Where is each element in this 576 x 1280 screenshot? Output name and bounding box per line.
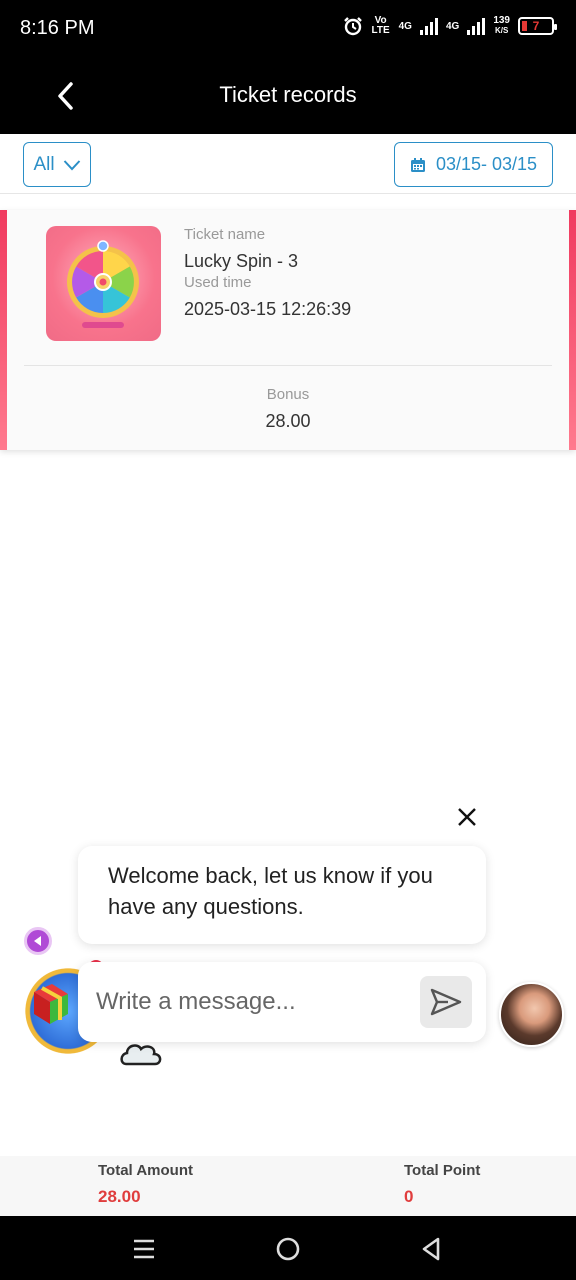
status-icons: Vo LTE 4G 4G 139 K/S 7 bbox=[343, 15, 557, 36]
ticket-name-value: Lucky Spin - 3 bbox=[184, 251, 299, 271]
date-range-label: 03/15- 03/15 bbox=[435, 154, 538, 174]
play-left-icon bbox=[34, 936, 41, 946]
filter-bar: All 03/15- 03/15 bbox=[0, 134, 576, 194]
system-back-button[interactable] bbox=[416, 1234, 446, 1264]
page-title: Ticket records bbox=[219, 82, 357, 107]
bonus-label: Bonus bbox=[266, 386, 310, 403]
signal-1-label: 4G bbox=[398, 20, 412, 32]
ticket-info: Ticket name Lucky Spin - 3 Used time 202… bbox=[184, 226, 351, 320]
send-icon bbox=[430, 988, 462, 1016]
back-triangle-icon bbox=[422, 1237, 440, 1261]
date-range-button[interactable]: 03/15- 03/15 bbox=[394, 142, 553, 187]
gift-cube-icon bbox=[34, 984, 68, 1024]
battery-icon: 7 bbox=[518, 17, 557, 35]
send-button[interactable] bbox=[420, 976, 472, 1028]
close-icon bbox=[458, 808, 476, 826]
battery-level bbox=[522, 21, 527, 31]
bonus-value: 28.00 bbox=[265, 411, 311, 431]
total-point-section: Total Point 0 bbox=[404, 1162, 480, 1207]
total-amount-label: Total Amount bbox=[98, 1162, 193, 1179]
status-bar: 8:16 PM Vo LTE 4G 4G 139 K/S 7 bbox=[0, 0, 576, 58]
ticket-record-card[interactable]: Ticket name Lucky Spin - 3 Used time 202… bbox=[0, 210, 576, 450]
system-nav-bar bbox=[0, 1216, 576, 1280]
cloud-icon bbox=[120, 1044, 162, 1066]
alarm-icon bbox=[343, 17, 362, 36]
net-speed-unit: K/S bbox=[494, 26, 509, 35]
card-divider bbox=[24, 365, 552, 366]
total-amount-value: 28.00 bbox=[98, 1187, 141, 1206]
total-point-label: Total Point bbox=[404, 1162, 481, 1179]
net-speed-value: 139 bbox=[493, 15, 510, 26]
ticket-name-label: Ticket name bbox=[184, 226, 266, 243]
status-time: 8:16 PM bbox=[20, 17, 95, 39]
used-time-value: 2025-03-15 12:26:39 bbox=[184, 299, 352, 319]
message-input[interactable] bbox=[96, 982, 416, 1022]
signal-2-label: 4G bbox=[445, 20, 460, 32]
menu-icon bbox=[134, 1239, 154, 1259]
bonus-section: Bonus 28.00 bbox=[0, 386, 576, 432]
close-chat-button[interactable] bbox=[452, 802, 482, 832]
support-agent-avatar[interactable] bbox=[499, 982, 564, 1047]
collapse-arrow-button[interactable] bbox=[24, 927, 52, 955]
welcome-message-bubble: Welcome back, let us know if you have an… bbox=[78, 846, 486, 944]
battery-value: 7 bbox=[532, 19, 540, 33]
chevron-down-icon bbox=[63, 159, 80, 170]
volte-label: Vo LTE bbox=[371, 15, 390, 36]
calendar-icon bbox=[410, 157, 425, 172]
net-speed: 139 K/S bbox=[493, 16, 510, 36]
type-filter-dropdown[interactable]: All bbox=[23, 142, 91, 187]
recents-button[interactable] bbox=[129, 1234, 159, 1264]
app-header: Ticket records bbox=[0, 58, 576, 134]
lucky-spin-wheel-icon bbox=[46, 226, 161, 341]
signal-bars-icon bbox=[467, 17, 486, 35]
totals-footer: Total Amount 28.00 Total Point 0 bbox=[0, 1156, 576, 1216]
type-filter-label: All bbox=[33, 153, 55, 175]
used-time-label: Used time bbox=[184, 274, 252, 291]
chat-compose-box bbox=[78, 962, 486, 1042]
total-amount-section: Total Amount 28.00 bbox=[98, 1162, 193, 1207]
home-circle-icon bbox=[276, 1237, 300, 1261]
home-button[interactable] bbox=[273, 1234, 303, 1264]
signal-bars-icon bbox=[419, 17, 438, 35]
welcome-message-text: Welcome back, let us know if you have an… bbox=[108, 863, 433, 919]
total-point-value: 0 bbox=[404, 1187, 414, 1206]
